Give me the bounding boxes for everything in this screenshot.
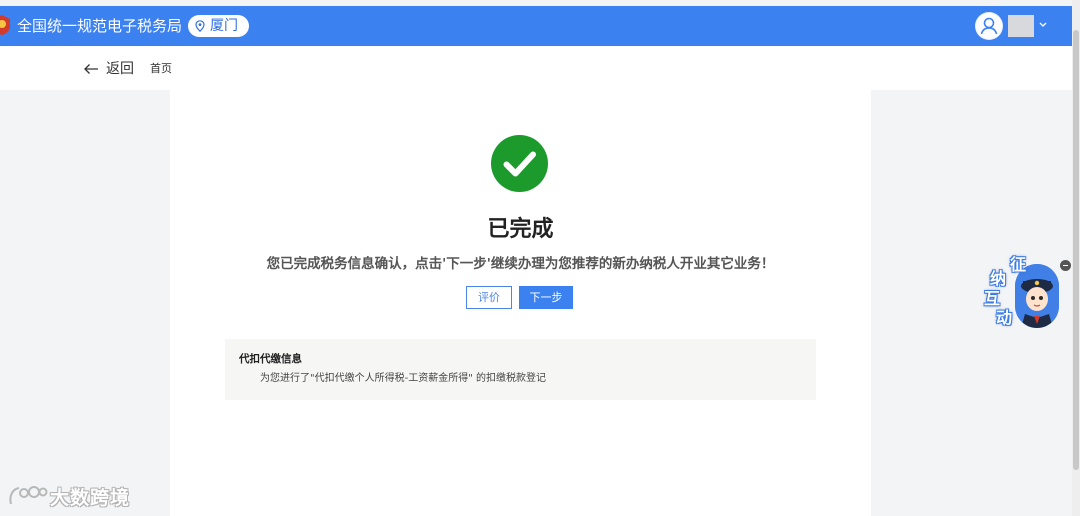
info-card-title: 代扣代缴信息	[239, 353, 302, 365]
watermark: 大数跨境	[8, 483, 130, 509]
user-avatar-icon	[976, 13, 1002, 39]
assistant-char-4: 动	[996, 308, 1013, 327]
city-selector[interactable]: 厦门	[188, 15, 249, 37]
watermark-text: 大数跨境	[50, 486, 131, 509]
withholding-info-card: 代扣代缴信息 为您进行了"代扣代缴个人所得税-工资薪金所得" 的扣缴税款登记	[225, 339, 816, 400]
assistant-char-1: 征	[1010, 255, 1027, 274]
info-card-detail: 为您进行了"代扣代缴个人所得税-工资薪金所得" 的扣缴税款登记	[260, 373, 546, 384]
minus-icon[interactable]	[1060, 260, 1071, 271]
back-label: 返回	[106, 61, 134, 77]
result-panel: 已完成 您已完成税务信息确认，点击'下一步'继续办理为您推荐的新办纳税人开业其它…	[170, 90, 871, 516]
assistant-char-2: 纳	[990, 269, 1007, 288]
top-header: 全国统一规范电子税务局 厦门	[0, 6, 1072, 46]
check-circle-icon	[491, 135, 548, 192]
result-title: 已完成	[487, 217, 554, 242]
result-message: 您已完成税务信息确认，点击'下一步'继续办理为您推荐的新办纳税人开业其它业务！	[266, 256, 775, 272]
breadcrumb-bar: 返回 首页	[0, 46, 1072, 90]
chevron-down-icon[interactable]	[1038, 17, 1048, 33]
location-pin-icon	[195, 20, 205, 32]
page-scrollbar[interactable]	[1072, 0, 1080, 516]
app-title: 全国统一规范电子税务局	[17, 17, 183, 35]
watermark-logo-icon	[9, 486, 48, 505]
home-link[interactable]: 首页	[150, 61, 172, 77]
rate-button[interactable]: 评价	[466, 286, 512, 309]
tax-emblem-icon	[0, 15, 10, 35]
city-name: 厦门	[210, 18, 238, 34]
next-step-button[interactable]: 下一步	[519, 286, 573, 309]
arrow-left-icon	[84, 64, 98, 74]
user-avatar[interactable]	[975, 12, 1003, 40]
scrollbar-thumb[interactable]	[1073, 30, 1079, 470]
back-button[interactable]: 返回	[83, 60, 134, 78]
user-name-redacted	[1008, 15, 1034, 37]
tax-interaction-assistant[interactable]: 征 纳 互 动	[982, 256, 1066, 332]
assistant-char-3: 互	[984, 289, 1001, 308]
